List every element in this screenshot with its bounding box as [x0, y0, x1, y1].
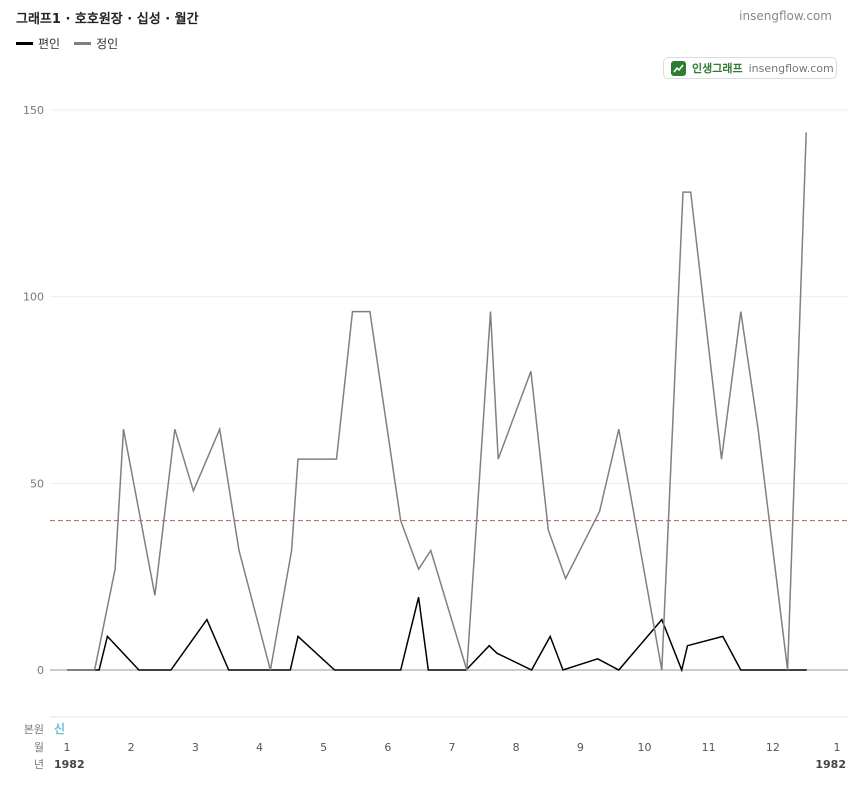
y-axis-ticks: 0 50 100 150: [23, 104, 44, 677]
row-value-bonwon: 신: [54, 721, 65, 736]
year-tick-label-0: 1982: [54, 758, 85, 771]
row-label-year: 년: [34, 758, 44, 771]
x-tick-label-8: 9: [577, 741, 584, 754]
series-line-0: [67, 597, 807, 673]
row-label-month: 월: [34, 741, 44, 754]
y-tick-label-50: 50: [30, 477, 44, 490]
series-lines: [67, 132, 807, 673]
row-label-bonwon: 본원: [24, 723, 44, 736]
x-tick-label-2: 3: [192, 741, 199, 754]
y-tick-label-150: 150: [23, 104, 44, 117]
x-tick-label-3: 4: [256, 741, 263, 754]
x-tick-label-12: 1: [834, 741, 841, 754]
y-tick-label-100: 100: [23, 291, 44, 304]
x-tick-label-10: 11: [702, 741, 716, 754]
x-tick-label-0: 1: [64, 741, 71, 754]
line-chart: 050100150 본원 신 월 년 1 2 3 4 5 6 7 8 9 10 11 12 1 1982…: [23, 104, 848, 771]
x-tick-label-9: 10: [638, 741, 652, 754]
x-axis-year-ticks: 1982 1982: [54, 758, 846, 771]
year-tick-label-1: 1982: [815, 758, 846, 771]
x-tick-label-4: 5: [320, 741, 327, 754]
x-tick-label-6: 7: [449, 741, 456, 754]
x-tick-label-1: 2: [128, 741, 135, 754]
x-axis-month-ticks: 1 2 3 4 5 6 7 8 9 10 11 12 1: [64, 741, 841, 754]
x-tick-label-11: 12: [766, 741, 780, 754]
grid-lines: [50, 109, 848, 484]
x-tick-label-5: 6: [384, 741, 391, 754]
y-tick-label-0: 0: [37, 664, 44, 677]
x-tick-label-7: 8: [513, 741, 520, 754]
series-line-1: [67, 132, 807, 671]
